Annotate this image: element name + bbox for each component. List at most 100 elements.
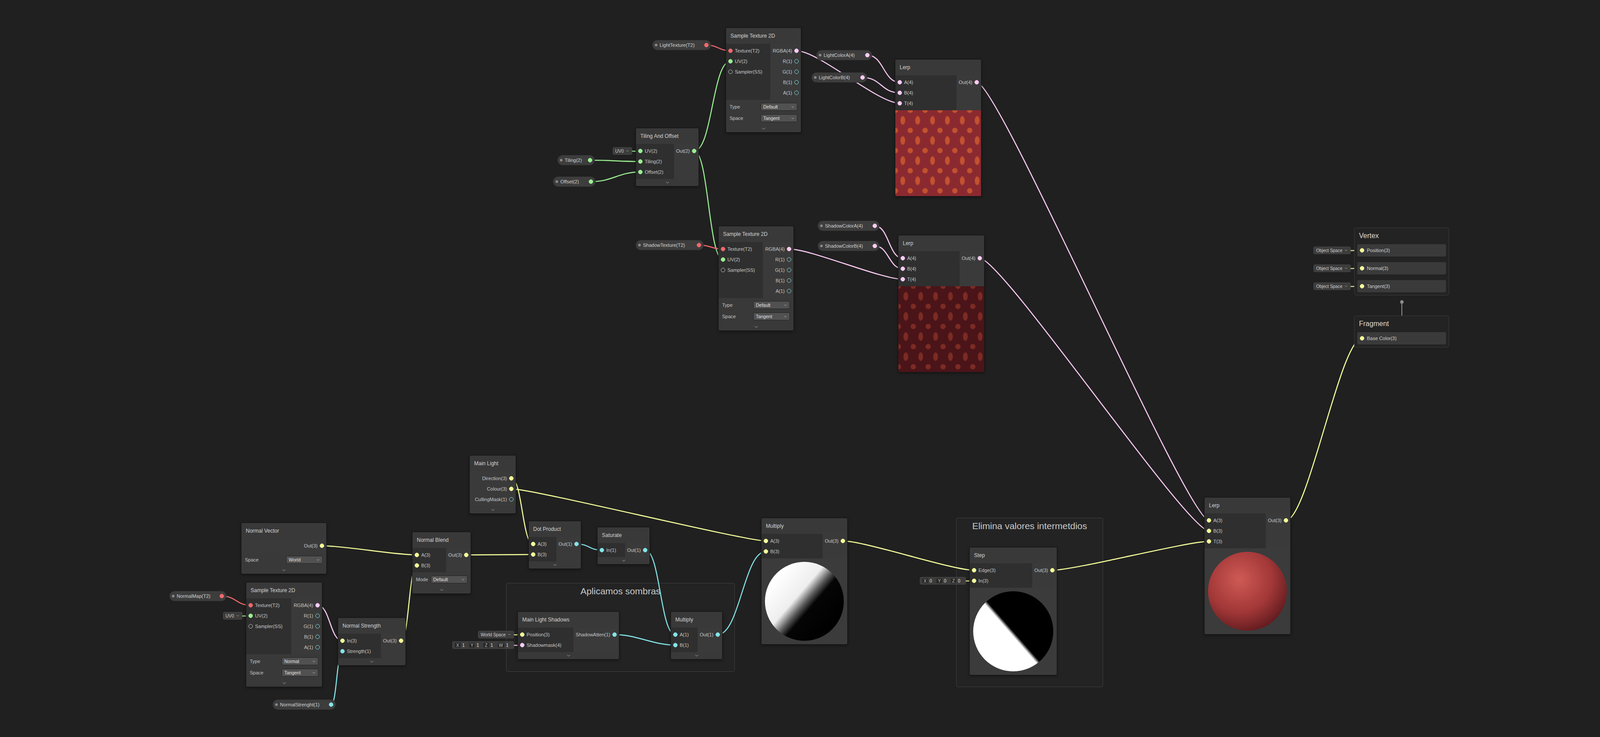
- input-port[interactable]: Texture(T2): [246, 599, 292, 611]
- input-port[interactable]: T(4): [895, 97, 957, 109]
- input-port[interactable]: Strength(1): [338, 645, 381, 657]
- axis-value[interactable]: 0: [929, 578, 935, 584]
- space-dropdown[interactable]: Object Space: [1313, 264, 1355, 273]
- port-dot[interactable]: [1359, 283, 1365, 289]
- port-dot[interactable]: [715, 632, 720, 637]
- port-dot[interactable]: [974, 80, 979, 85]
- input-port[interactable]: In(1): [597, 544, 626, 556]
- port-dot[interactable]: [971, 567, 977, 573]
- port-dot[interactable]: [248, 623, 253, 629]
- output-port[interactable]: ShadowAtten(1): [573, 628, 619, 640]
- collapse-toggle[interactable]: [241, 566, 327, 574]
- output-port[interactable]: Out(3): [380, 635, 406, 646]
- input-port[interactable]: Texture(T2): [718, 243, 763, 255]
- output-port[interactable]: B(1): [291, 631, 322, 642]
- group-title[interactable]: Aplicamos sombras: [506, 583, 735, 599]
- input-port[interactable]: A(3): [1204, 514, 1266, 526]
- input-port[interactable]: UV(2): [718, 254, 763, 265]
- master-stack-block[interactable]: FragmentBase Color(3): [1354, 315, 1450, 348]
- inline-input[interactable]: X1Y1Z1W1: [452, 641, 518, 649]
- output-port[interactable]: R(1): [291, 610, 322, 621]
- graph-node[interactable]: Normal VectorOut(3)SpaceWorld: [241, 522, 327, 574]
- input-port[interactable]: A(4): [898, 252, 960, 264]
- property-node[interactable]: ShadowTexture(T2): [635, 239, 704, 251]
- output-port[interactable]: RGBA(4): [762, 243, 794, 255]
- setting-dropdown[interactable]: Default: [760, 102, 798, 111]
- port-dot[interactable]: [340, 638, 345, 643]
- port-dot[interactable]: [900, 255, 905, 261]
- output-port[interactable]: A(1): [291, 641, 322, 653]
- output-port[interactable]: Out(1): [556, 538, 581, 549]
- port-dot[interactable]: [794, 90, 799, 95]
- port-dot[interactable]: [794, 80, 799, 85]
- port-dot[interactable]: [588, 179, 594, 184]
- port-dot[interactable]: [728, 69, 733, 74]
- stack-port[interactable]: Object SpaceNormal(3): [1357, 262, 1447, 275]
- port-dot[interactable]: [977, 255, 982, 261]
- port-dot[interactable]: [248, 602, 253, 608]
- graph-node[interactable]: Tiling And OffsetUV0UV(2)Tiling(2)Offset…: [635, 127, 699, 187]
- port-dot[interactable]: [872, 243, 877, 249]
- port-dot[interactable]: [786, 257, 792, 262]
- collapse-toggle[interactable]: [670, 651, 723, 659]
- port-dot[interactable]: [587, 157, 593, 163]
- axis-value[interactable]: 1: [462, 642, 468, 648]
- port-dot[interactable]: [897, 90, 902, 95]
- port-dot[interactable]: [599, 547, 605, 552]
- output-port[interactable]: Out(3): [822, 535, 848, 546]
- graph-node[interactable]: Dot ProductA(3)B(3)Out(1): [528, 520, 582, 569]
- vector-field[interactable]: X0Y0Z0: [919, 576, 966, 585]
- port-dot[interactable]: [638, 159, 643, 164]
- property-node[interactable]: Tiling(2): [557, 154, 595, 166]
- port-dot[interactable]: [794, 48, 799, 53]
- input-port[interactable]: Sampler(SS): [246, 620, 292, 632]
- port-dot[interactable]: [865, 52, 870, 58]
- graph-node[interactable]: LerpA(3)B(3)T(3)Out(3): [1204, 496, 1291, 635]
- port-dot[interactable]: [786, 288, 792, 294]
- port-dot[interactable]: [704, 42, 709, 48]
- input-port[interactable]: X1Y1Z1W1Shadowmask(4): [517, 639, 574, 650]
- port-dot[interactable]: [464, 552, 469, 557]
- output-port[interactable]: G(1): [762, 264, 794, 276]
- port-dot[interactable]: [328, 702, 334, 707]
- port-dot[interactable]: [691, 148, 697, 154]
- property-node[interactable]: LightColorA(4): [816, 49, 873, 61]
- input-port[interactable]: Tiling(2): [635, 156, 675, 167]
- collapse-toggle[interactable]: [597, 556, 650, 564]
- port-dot[interactable]: [786, 246, 792, 252]
- output-port[interactable]: Out(1): [625, 544, 650, 556]
- port-dot[interactable]: [219, 593, 224, 598]
- graph-node[interactable]: StepEdge(3)X0Y0Z0In(3)Out(3): [969, 546, 1058, 675]
- port-dot[interactable]: [794, 59, 799, 64]
- port-dot[interactable]: [720, 257, 726, 262]
- inline-dropdown[interactable]: UV0: [223, 611, 243, 620]
- input-port[interactable]: A(3): [761, 535, 823, 546]
- port-dot[interactable]: [1206, 528, 1212, 533]
- collapse-toggle[interactable]: [469, 506, 516, 514]
- graph-node[interactable]: Sample Texture 2DTexture(T2)UV(2)Sampler…: [718, 225, 794, 331]
- port-dot[interactable]: [1283, 517, 1289, 523]
- input-port[interactable]: B(4): [898, 263, 960, 274]
- setting-dropdown[interactable]: Default: [430, 575, 468, 584]
- input-port[interactable]: X0Y0Z0In(3): [969, 575, 1033, 586]
- output-port[interactable]: Direction(3): [469, 472, 516, 484]
- output-port[interactable]: Out(3): [1265, 514, 1291, 526]
- port-dot[interactable]: [315, 623, 320, 629]
- input-port[interactable]: T(4): [898, 273, 960, 285]
- port-dot[interactable]: [509, 496, 514, 502]
- input-port[interactable]: T(3): [1204, 535, 1266, 547]
- vector-field[interactable]: X1Y1Z1W1: [452, 641, 514, 649]
- output-port[interactable]: Out(2): [674, 145, 699, 157]
- port-dot[interactable]: [414, 562, 420, 568]
- axis-value[interactable]: 1: [476, 642, 482, 648]
- graph-node[interactable]: SaturateIn(1)Out(1): [597, 526, 650, 565]
- setting-dropdown[interactable]: Tangent: [753, 312, 790, 321]
- output-port[interactable]: B(1): [762, 275, 794, 286]
- property-node[interactable]: LightTexture(T2): [652, 39, 712, 51]
- port-dot[interactable]: [1359, 335, 1365, 341]
- property-node[interactable]: ShadowColorA(4): [817, 220, 880, 231]
- input-port[interactable]: Texture(T2): [726, 45, 771, 56]
- port-dot[interactable]: [673, 632, 678, 637]
- axis-value[interactable]: 1: [490, 642, 497, 648]
- port-dot[interactable]: [673, 642, 678, 647]
